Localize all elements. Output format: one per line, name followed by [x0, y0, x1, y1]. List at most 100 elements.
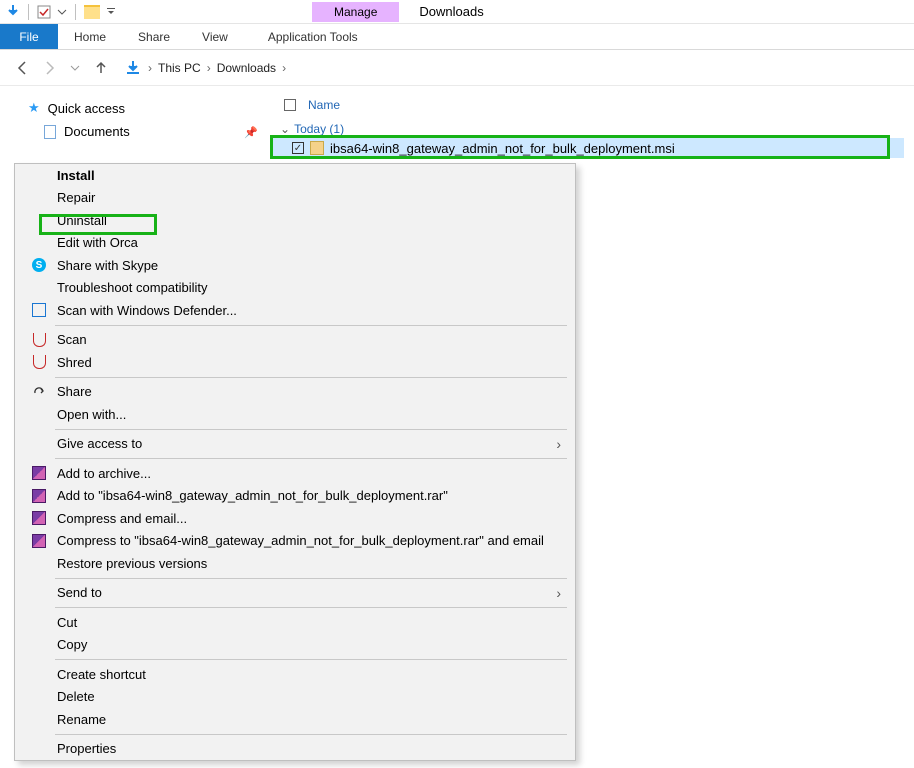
menu-rename[interactable]: Rename [15, 708, 575, 731]
chevron-down-icon[interactable] [57, 7, 67, 17]
menu-compress-to-email[interactable]: Compress to "ibsa64-win8_gateway_admin_n… [15, 530, 575, 553]
menu-shred[interactable]: Shred [15, 351, 575, 374]
quick-access-label: Quick access [48, 101, 125, 116]
separator [55, 429, 567, 430]
menu-open-with[interactable]: Open with... [15, 403, 575, 426]
archive-icon [32, 466, 46, 480]
archive-icon [32, 489, 46, 503]
menu-compress-email[interactable]: Compress and email... [15, 507, 575, 530]
chevron-right-icon[interactable]: › [148, 61, 152, 75]
menu-install[interactable]: Install [15, 164, 575, 187]
downloads-folder-icon [124, 59, 142, 77]
menu-cut[interactable]: Cut [15, 611, 575, 634]
recent-dropdown[interactable] [66, 59, 84, 77]
separator [55, 458, 567, 459]
checkbox-check-icon[interactable] [37, 5, 51, 19]
document-icon [44, 125, 56, 139]
back-button[interactable] [14, 59, 32, 77]
sidebar-documents[interactable]: Documents 📌 [28, 120, 270, 143]
file-checkbox[interactable]: ✓ [292, 142, 304, 154]
menu-label: Shred [57, 355, 92, 370]
shield-icon [32, 303, 46, 317]
menu-create-shortcut[interactable]: Create shortcut [15, 663, 575, 686]
menu-edit-orca[interactable]: Edit with Orca [15, 232, 575, 255]
menu-copy[interactable]: Copy [15, 634, 575, 657]
menu-uninstall[interactable]: Uninstall [15, 209, 575, 232]
menu-troubleshoot[interactable]: Troubleshoot compatibility [15, 277, 575, 300]
separator [75, 4, 76, 20]
archive-icon [32, 511, 46, 525]
up-button[interactable] [92, 59, 110, 77]
menu-add-archive[interactable]: Add to archive... [15, 462, 575, 485]
quick-access-toolbar [0, 4, 122, 20]
select-all-checkbox[interactable] [284, 99, 296, 111]
chevron-right-icon[interactable]: › [207, 61, 211, 75]
menu-properties[interactable]: Properties [15, 738, 575, 761]
menu-scan[interactable]: Scan [15, 329, 575, 352]
breadcrumb: › This PC › Downloads › [124, 59, 286, 77]
application-tools-tab[interactable]: Application Tools [250, 24, 376, 49]
menu-label: Give access to [57, 436, 142, 451]
menu-label: Send to [57, 585, 102, 600]
msi-file-icon [310, 141, 324, 155]
separator [55, 377, 567, 378]
share-icon [31, 384, 47, 400]
menu-label: Add to "ibsa64-win8_gateway_admin_not_fo… [57, 488, 448, 503]
view-tab[interactable]: View [186, 24, 244, 49]
home-tab[interactable]: Home [58, 24, 122, 49]
skype-icon: S [32, 258, 46, 272]
chevron-down-icon[interactable]: ⌄ [280, 122, 290, 136]
mcafee-icon [33, 333, 46, 347]
menu-share-skype[interactable]: SShare with Skype [15, 254, 575, 277]
file-name: ibsa64-win8_gateway_admin_not_for_bulk_d… [330, 141, 675, 156]
titlebar: Manage Downloads [0, 0, 914, 24]
menu-label: Compress and email... [57, 511, 187, 526]
separator [55, 659, 567, 660]
star-icon: ★ [28, 100, 40, 116]
column-header[interactable]: Name [270, 94, 904, 120]
menu-give-access[interactable]: Give access to › [15, 433, 575, 456]
menu-label: Add to archive... [57, 466, 151, 481]
pin-icon[interactable]: 📌 [244, 126, 258, 139]
menu-restore-versions[interactable]: Restore previous versions [15, 552, 575, 575]
separator [55, 607, 567, 608]
name-column[interactable]: Name [308, 98, 340, 112]
separator [28, 4, 29, 20]
manage-tab[interactable]: Manage [312, 2, 399, 22]
menu-share[interactable]: Share [15, 381, 575, 404]
menu-repair[interactable]: Repair [15, 187, 575, 210]
chevron-right-icon: › [556, 436, 561, 452]
menu-delete[interactable]: Delete [15, 686, 575, 709]
quick-access[interactable]: ★ Quick access [28, 96, 270, 120]
chevron-right-icon[interactable]: › [282, 61, 286, 75]
menu-defender[interactable]: Scan with Windows Defender... [15, 299, 575, 322]
menu-label: Compress to "ibsa64-win8_gateway_admin_n… [57, 533, 544, 548]
share-tab[interactable]: Share [122, 24, 186, 49]
ribbon-tabs: File Home Share View Application Tools [0, 24, 914, 50]
separator [55, 578, 567, 579]
menu-label: Share [57, 384, 92, 399]
archive-icon [32, 534, 46, 548]
group-today[interactable]: ⌄ Today (1) [270, 120, 904, 138]
menu-add-to-rar[interactable]: Add to "ibsa64-win8_gateway_admin_not_fo… [15, 485, 575, 508]
context-menu: Install Repair Uninstall Edit with Orca … [14, 163, 576, 761]
breadcrumb-downloads[interactable]: Downloads [217, 61, 276, 75]
navigation-bar: › This PC › Downloads › [0, 50, 914, 86]
folder-icon [84, 5, 100, 19]
file-tab[interactable]: File [0, 24, 58, 49]
overflow-icon[interactable] [106, 7, 116, 17]
chevron-right-icon: › [556, 585, 561, 601]
separator [55, 325, 567, 326]
window-title: Downloads [419, 4, 483, 19]
menu-label: Scan [57, 332, 87, 347]
menu-send-to[interactable]: Send to › [15, 582, 575, 605]
file-row[interactable]: ✓ ibsa64-win8_gateway_admin_not_for_bulk… [270, 138, 904, 158]
menu-label: Scan with Windows Defender... [57, 303, 237, 318]
separator [55, 734, 567, 735]
forward-button[interactable] [40, 59, 58, 77]
group-today-label: Today (1) [294, 122, 344, 136]
mcafee-icon [33, 355, 46, 369]
download-arrow-icon [6, 5, 20, 19]
documents-label: Documents [64, 124, 130, 139]
breadcrumb-this-pc[interactable]: This PC [158, 61, 201, 75]
